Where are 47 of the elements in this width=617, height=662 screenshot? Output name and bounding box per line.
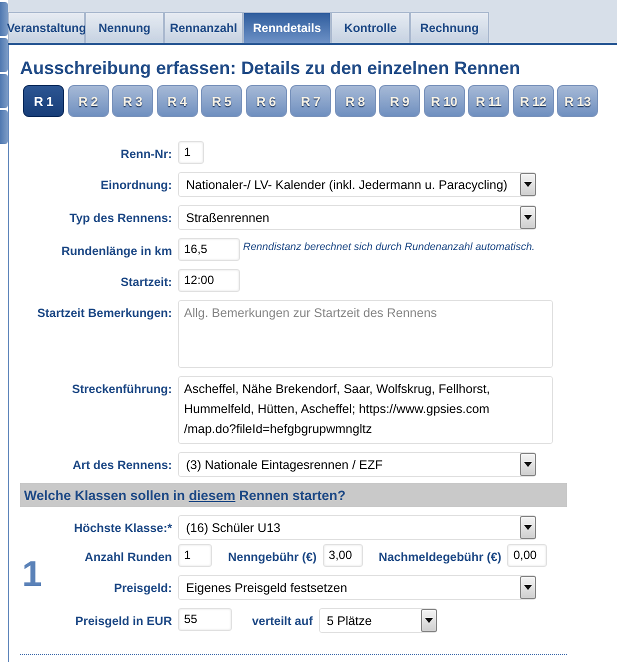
field-label: Preisgeld: — [112, 580, 172, 595]
tab[interactable]: Rennanzahl — [164, 12, 243, 43]
select-field[interactable]: Nationaler-/ LV- Kalender (inkl. Jedermann u. Paracycling) — [178, 172, 536, 197]
caret-icon[interactable] — [520, 453, 536, 476]
select-field[interactable]: Straßenrennen — [178, 205, 536, 230]
input-field[interactable]: 1 — [178, 544, 212, 567]
field-label: Typ des Rennens: — [68, 210, 172, 225]
caret-icon[interactable] — [520, 576, 536, 599]
input-field[interactable]: 0,00 — [507, 544, 548, 567]
field-label: Nenngebühr (€) — [228, 549, 317, 564]
hint-text: Renndistanz berechnet sich durch Rundenanzahl automatisch. — [243, 240, 535, 253]
tab[interactable]: Renndetails — [243, 12, 332, 43]
select-field[interactable]: (16) Schüler U13 — [178, 515, 536, 540]
text-area[interactable]: Ascheffel, Nähe Brekendorf, Saar, Wolfskrug, Fellhorst, Hummelfeld, Hütten, Ascheffel; https://www.gpsies.com /map.do?fileId=hefgbgrupwmngltz — [178, 376, 553, 444]
field-label: Streckenführung: — [70, 381, 172, 396]
field-label: Einordnung: — [100, 177, 172, 192]
input-field[interactable]: 1 — [178, 141, 204, 164]
field-label: Startzeit: — [120, 274, 172, 289]
field-label: Anzahl Runden — [84, 549, 172, 564]
class-number: 1 — [22, 553, 42, 595]
tab[interactable]: Nennung — [85, 12, 164, 43]
input-field[interactable]: 16,5 — [178, 238, 240, 261]
input-field[interactable]: 55 — [178, 608, 232, 631]
field-label: Startzeit Bemerkungen: — [36, 305, 172, 320]
text-area[interactable]: Allg. Bemerkungen zur Startzeit des Rennens — [178, 300, 553, 368]
select-field[interactable]: Eigenes Preisgeld festsetzen — [178, 575, 536, 600]
caret-icon[interactable] — [520, 173, 536, 196]
input-field[interactable]: 12:00 — [178, 269, 240, 292]
caret-icon[interactable] — [520, 516, 536, 539]
caret-icon[interactable] — [420, 609, 437, 632]
field-label: Renn-Nr: — [120, 146, 172, 161]
page-title: Ausschreibung erfassen: Details zu den einzelnen Rennen — [20, 58, 522, 79]
select-field[interactable]: (3) Nationale Eintagesrennen / EZF — [178, 452, 536, 477]
field-label: Höchste Klasse:* — [72, 520, 172, 535]
tab[interactable]: Kontrolle — [331, 12, 410, 43]
caret-icon[interactable] — [520, 206, 536, 229]
race-button[interactable]: R 1 — [23, 85, 64, 117]
field-label: Rundenlänge in km — [60, 243, 172, 258]
tab[interactable]: Veranstaltung — [8, 12, 85, 43]
tab[interactable]: Rechnung — [410, 12, 490, 43]
field-label: Art des Rennens: — [72, 457, 172, 472]
select-field[interactable]: 5 Plätze — [318, 608, 437, 633]
input-field[interactable]: 3,00 — [322, 544, 363, 567]
field-label: Nachmeldegebühr (€) — [378, 549, 502, 564]
section-header: Welche Klassen sollen in diesem Rennen starten? — [20, 483, 567, 507]
field-label: Preisgeld in EUR — [74, 613, 172, 628]
field-label: verteilt auf — [252, 613, 313, 628]
